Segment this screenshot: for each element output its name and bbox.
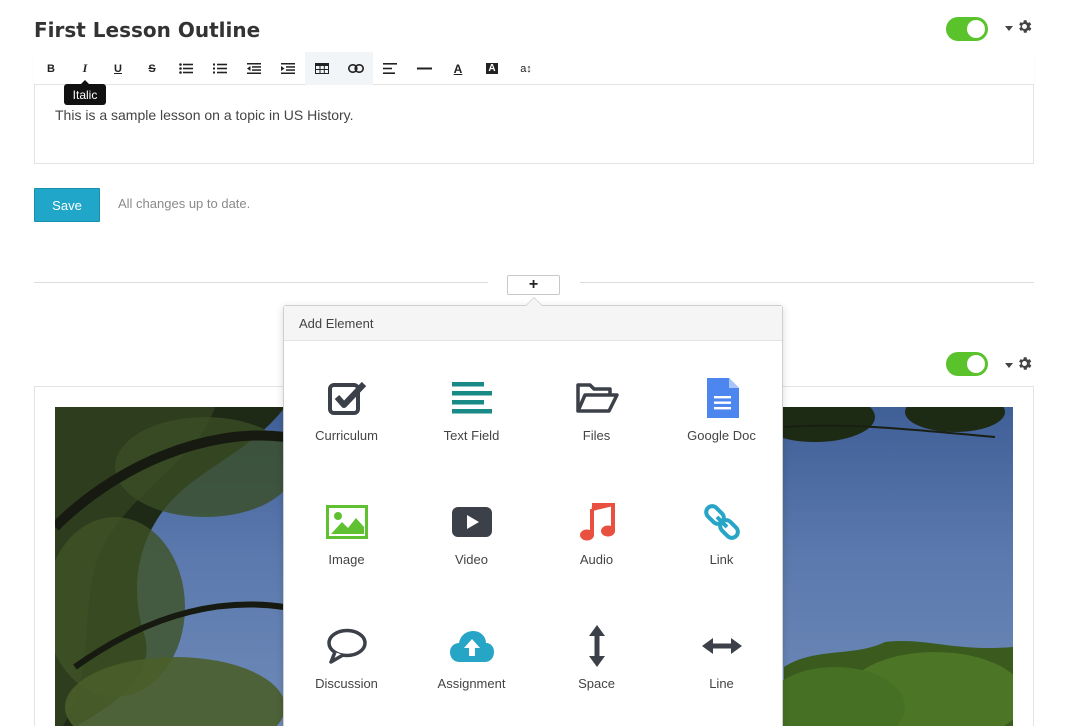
rich-text-toolbar: B I U S A A a↕ [34,52,1034,85]
cloud-upload-icon [449,631,494,662]
bold-glyph: B [47,62,55,75]
add-video[interactable]: Video [409,466,534,576]
add-google-doc[interactable]: Google Doc [659,342,784,452]
font-color-glyph: A [453,61,463,76]
google-doc-label: Google Doc [687,428,756,443]
horizontal-rule-icon [416,67,432,70]
checkbox-icon [327,381,366,415]
save-button[interactable]: Save [34,188,100,222]
table-icon [315,63,329,74]
highlight-color-button[interactable]: A [475,52,509,85]
text-field-label: Text Field [443,428,500,443]
outdent-button[interactable] [237,52,271,85]
lesson-title[interactable]: First Lesson Outline [34,18,260,42]
music-note-icon [579,503,615,541]
block-settings-menu[interactable] [1005,18,1033,35]
files-label: Files [582,428,611,443]
horizontal-rule-button[interactable] [407,52,441,85]
link-label: Link [709,552,734,567]
add-element-button[interactable]: + [507,275,560,295]
add-image[interactable]: Image [284,466,409,576]
editor-content[interactable]: This is a sample lesson on a topic in US… [55,107,354,123]
bold-button[interactable]: B [34,52,68,85]
vertical-arrows-icon [588,625,605,667]
add-discussion[interactable]: Discussion [284,590,409,700]
folder-open-icon [575,383,619,413]
add-element-popover: Add Element Curriculum Text Field Files … [283,297,784,726]
add-audio[interactable]: Audio [534,466,659,576]
font-color-button[interactable]: A [441,52,475,85]
strikethrough-button[interactable]: S [135,52,169,85]
add-assignment[interactable]: Assignment [409,590,534,700]
toggle-knob [967,355,985,373]
add-curriculum[interactable]: Curriculum [284,342,409,452]
line-label: Line [709,676,734,691]
bullet-list-icon [179,63,193,74]
italic-tooltip: Italic [64,80,106,105]
assignment-label: Assignment [437,676,506,691]
google-doc-icon [706,378,739,418]
gear-icon [1019,20,1032,33]
align-left-icon [383,63,397,74]
divider-left [34,282,488,283]
highlight-color-glyph: A [486,63,498,74]
text-lines-icon [451,382,492,414]
image-icon [325,505,368,539]
add-space[interactable]: Space [534,590,659,700]
visibility-toggle-2[interactable] [946,352,988,376]
bullet-list-button[interactable] [169,52,203,85]
numbered-list-button[interactable] [203,52,237,85]
toggle-knob [967,20,985,38]
numbered-list-icon [213,63,227,74]
indent-button[interactable] [271,52,305,85]
video-label: Video [454,552,488,567]
add-text-field[interactable]: Text Field [409,342,534,452]
discussion-label: Discussion [315,676,378,691]
horizontal-arrows-icon [701,638,742,654]
align-button[interactable] [373,52,407,85]
font-size-button[interactable]: a↕ [509,52,543,85]
space-label: Space [578,676,615,691]
chevron-down-icon [1005,25,1013,31]
link-icon [348,64,364,73]
underline-glyph: U [114,62,122,75]
curriculum-label: Curriculum [315,428,378,443]
add-files[interactable]: Files [534,342,659,452]
audio-label: Audio [579,552,614,567]
font-size-glyph: a↕ [520,62,532,75]
block-settings-menu-2[interactable] [1005,355,1033,372]
image-label: Image [328,552,365,567]
rich-text-editor[interactable]: This is a sample lesson on a topic in US… [34,85,1034,164]
indent-icon [281,63,295,74]
speech-bubble-icon [326,628,367,664]
add-link[interactable]: Link [659,466,784,576]
italic-glyph: I [82,61,88,75]
popover-header: Add Element [284,306,782,341]
visibility-toggle[interactable] [946,17,988,41]
underline-button[interactable]: U [101,52,135,85]
outdent-icon [247,63,261,74]
video-play-icon [451,507,492,537]
table-button[interactable] [305,52,339,85]
save-status-text: All changes up to date. [118,196,251,211]
link-button[interactable] [339,52,373,85]
strikethrough-glyph: S [148,62,156,75]
add-line[interactable]: Line [659,590,784,700]
divider-right [580,282,1034,283]
chevron-down-icon [1005,362,1013,368]
chain-link-icon [703,504,740,540]
gear-icon [1019,357,1032,370]
